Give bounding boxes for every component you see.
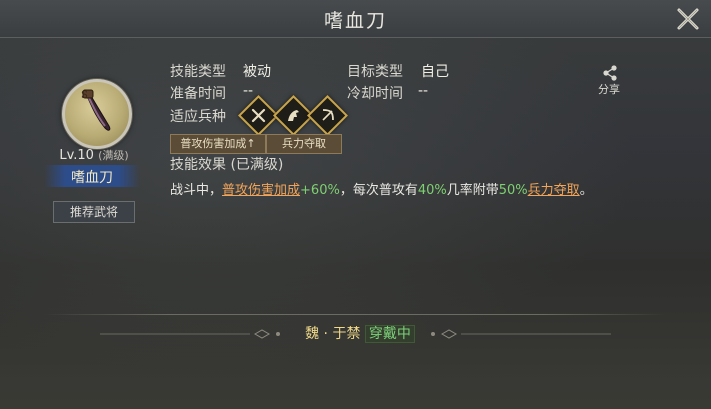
equipped-by: 魏 · 于禁 穿戴中 [300,323,420,343]
general-name[interactable]: 魏 · 于禁 [305,326,360,342]
skill-name: 嗜血刀 [71,170,113,186]
share-icon [603,65,617,81]
prep-time-label: 准备时间 [170,86,226,102]
cooldown-value: -- [418,83,429,99]
tag-normal-attack-bonus[interactable]: 普攻伤害加成↑ [170,134,266,154]
effect-seg2: ，每次普攻有 [339,183,418,198]
title-bar: 嗜血刀 [0,0,711,38]
prep-time-value: -- [243,83,254,99]
skill-name-banner: 嗜血刀 [44,165,140,187]
skill-type-label: 技能类型 [170,64,226,80]
target-type-label: 目标类型 [347,64,403,80]
cooldown-label: 冷却时间 [347,86,403,102]
level-value: Lv.10 [59,148,94,163]
effect-link-troop-steal[interactable]: 兵力夺取 [528,183,580,198]
ornament-left-icon [100,329,280,339]
effect-description: 战斗中，普攻伤害加成+60%，每次普攻有40%几率附带50%兵力夺取。 [170,179,593,198]
tag-troop-steal[interactable]: 兵力夺取 [266,134,342,154]
footer-equipped: 魏 · 于禁 穿戴中 [0,323,711,345]
skill-type-value: 被动 [243,64,271,80]
recommend-general-button[interactable]: 推荐武将 [53,201,135,223]
close-icon [677,8,699,30]
troop-type-label: 适应兵种 [170,109,226,125]
close-button[interactable] [675,6,701,32]
window-title: 嗜血刀 [323,10,387,32]
effect-val3: 50% [498,183,528,198]
share-button[interactable]: 分享 [594,64,624,98]
share-label: 分享 [598,83,620,96]
effect-seg1: 战斗中， [170,183,223,198]
skill-detail-panel: 嗜血刀 S Lv.10 (满级) 嗜血刀 推荐武将 技能类型 被动 目标类型 自… [0,0,711,409]
target-type-value: 自己 [421,64,449,80]
level-note: (满级) [98,149,129,162]
svg-text:S: S [81,90,88,101]
ornament-right-icon [431,329,611,339]
effect-seg3: 几率附带 [446,183,499,198]
blood-blade-icon: S [81,89,111,131]
skill-level: Lv.10 (满级) [40,147,148,163]
divider [44,314,666,315]
effect-val2: 40% [417,183,447,198]
effect-seg4: 。 [579,183,593,198]
effect-link-attack-bonus[interactable]: 普攻伤害加成 [222,183,300,198]
effect-val1: +60% [300,183,340,198]
skill-portrait: S [62,79,132,149]
effect-header: 技能效果 (已满级) [170,157,284,173]
archer-icon [306,94,349,137]
equipped-status: 穿戴中 [364,325,415,343]
